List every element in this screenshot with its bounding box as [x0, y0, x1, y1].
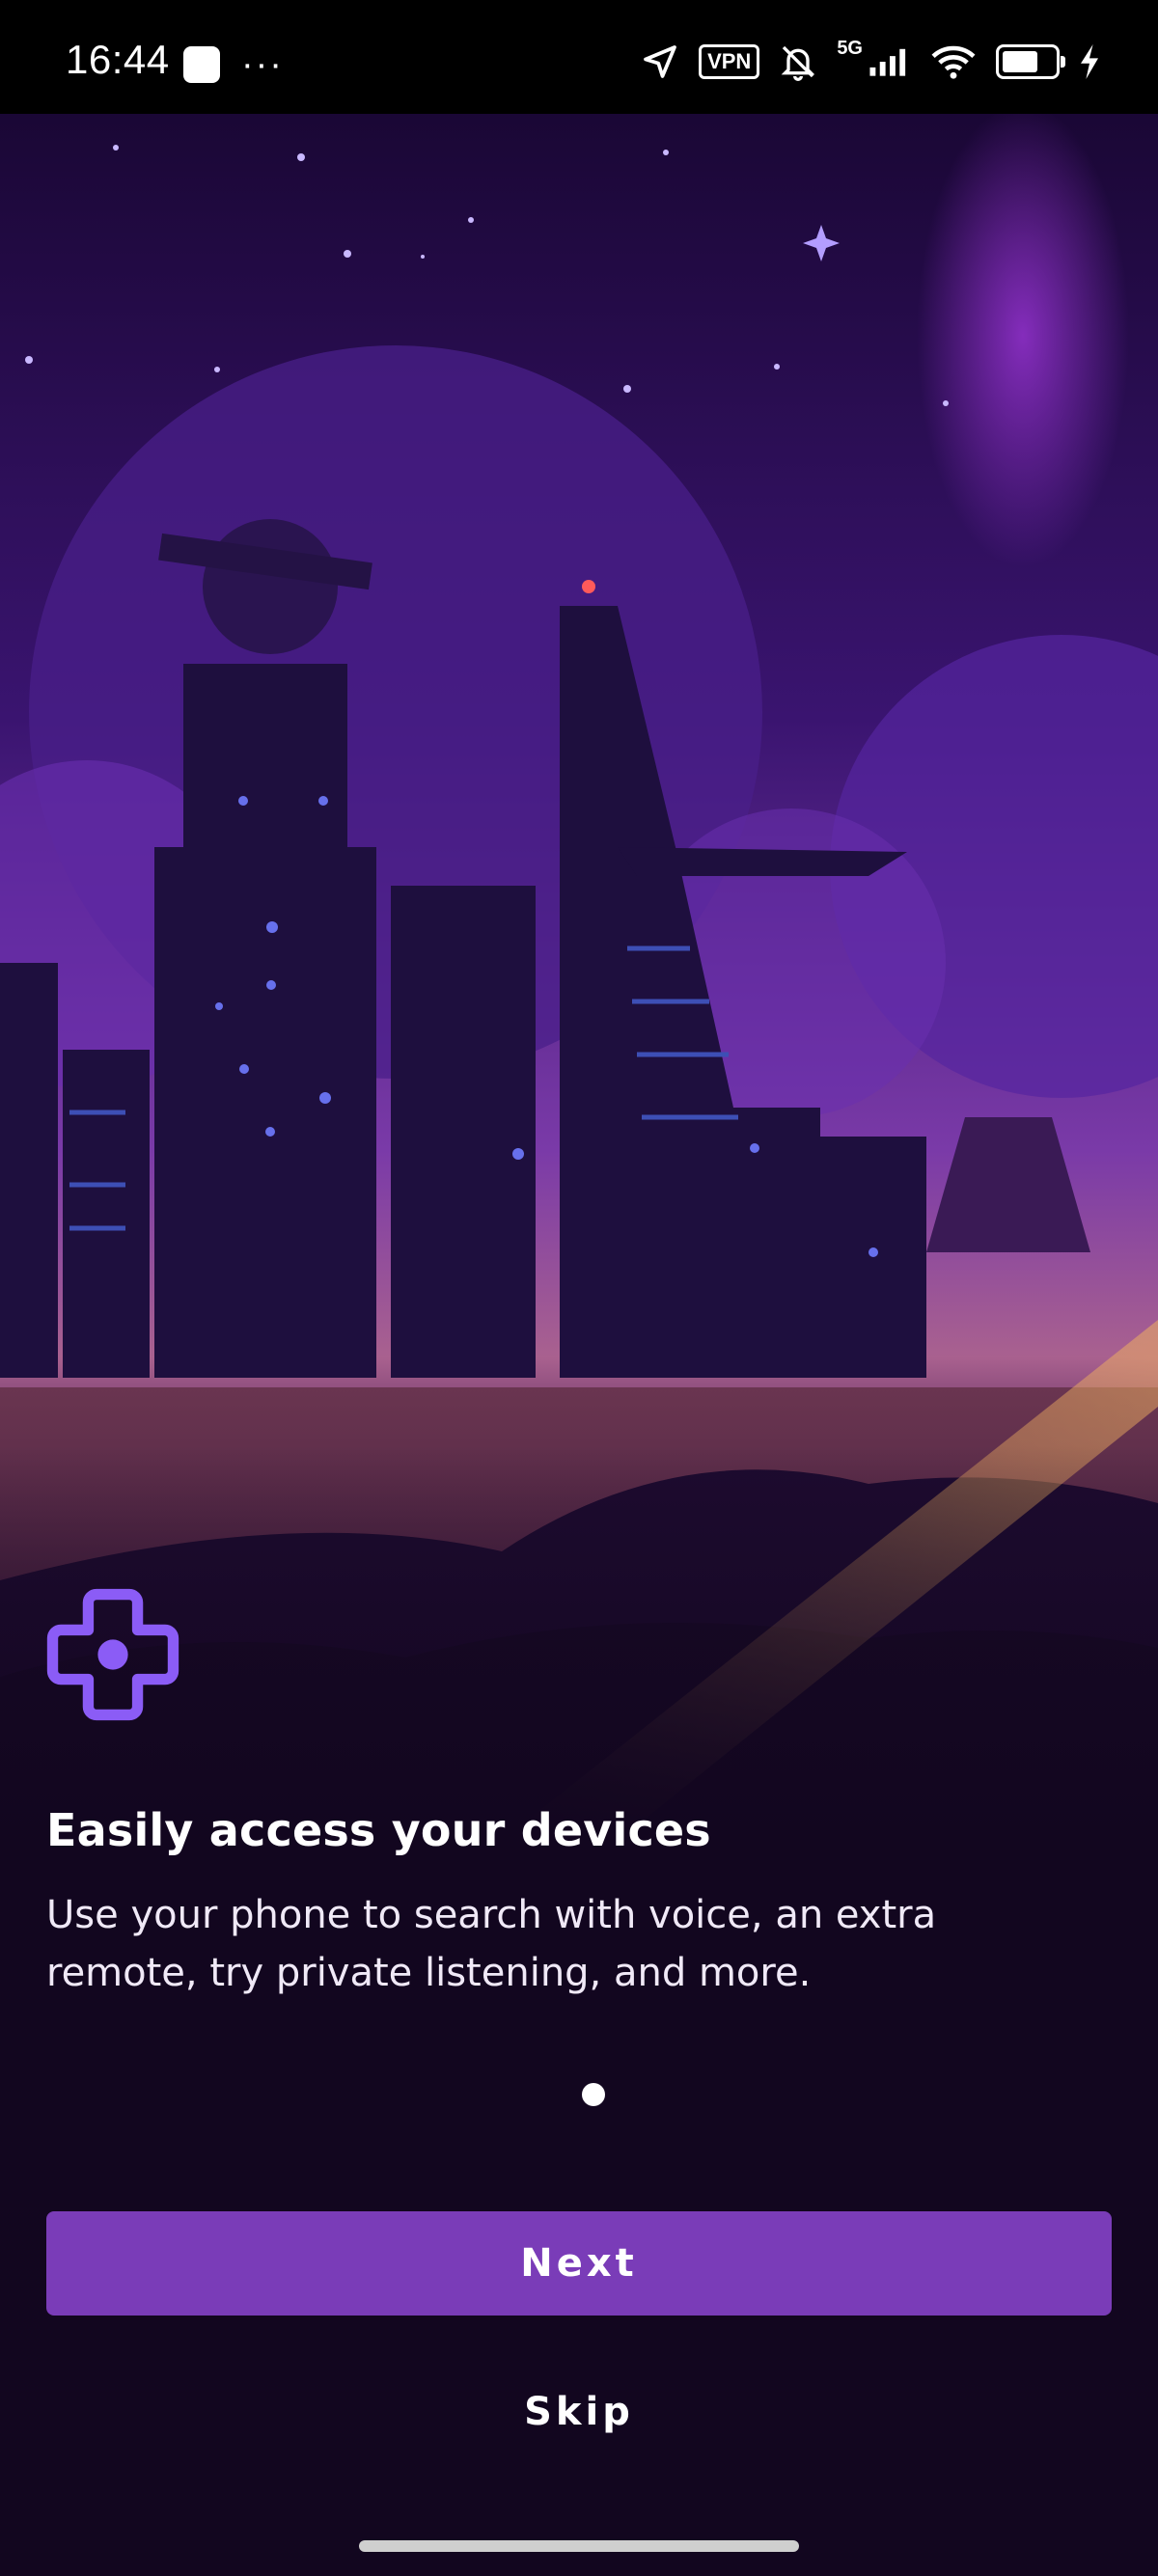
- onboarding-description: Use your phone to search with voice, an …: [46, 1893, 937, 1995]
- vpn-icon: VPN: [699, 44, 760, 79]
- signal-icon: [869, 48, 906, 76]
- battery-icon: [996, 44, 1065, 79]
- skip-button[interactable]: Skip: [434, 2373, 724, 2451]
- home-indicator[interactable]: [359, 2540, 799, 2552]
- onboarding-title: Easily access your devices: [46, 1804, 711, 1856]
- more-dots-icon: ···: [241, 44, 284, 85]
- hero-illustration: [0, 114, 1158, 1841]
- next-button[interactable]: Next: [46, 2211, 1112, 2316]
- network-type-label: 5G: [837, 37, 863, 59]
- dpad-remote-icon: [46, 1588, 179, 1721]
- notification-square-icon: [183, 46, 220, 83]
- location-arrow-icon: [644, 45, 676, 78]
- muted-bell-icon: [781, 45, 815, 81]
- page-indicator-dot: [582, 2083, 605, 2106]
- status-time: 16:44: [66, 37, 170, 82]
- status-bar: 16:44 ··· VPN 5G: [0, 0, 1158, 114]
- wifi-icon: [931, 45, 976, 79]
- charging-bolt-icon: [1081, 44, 1098, 79]
